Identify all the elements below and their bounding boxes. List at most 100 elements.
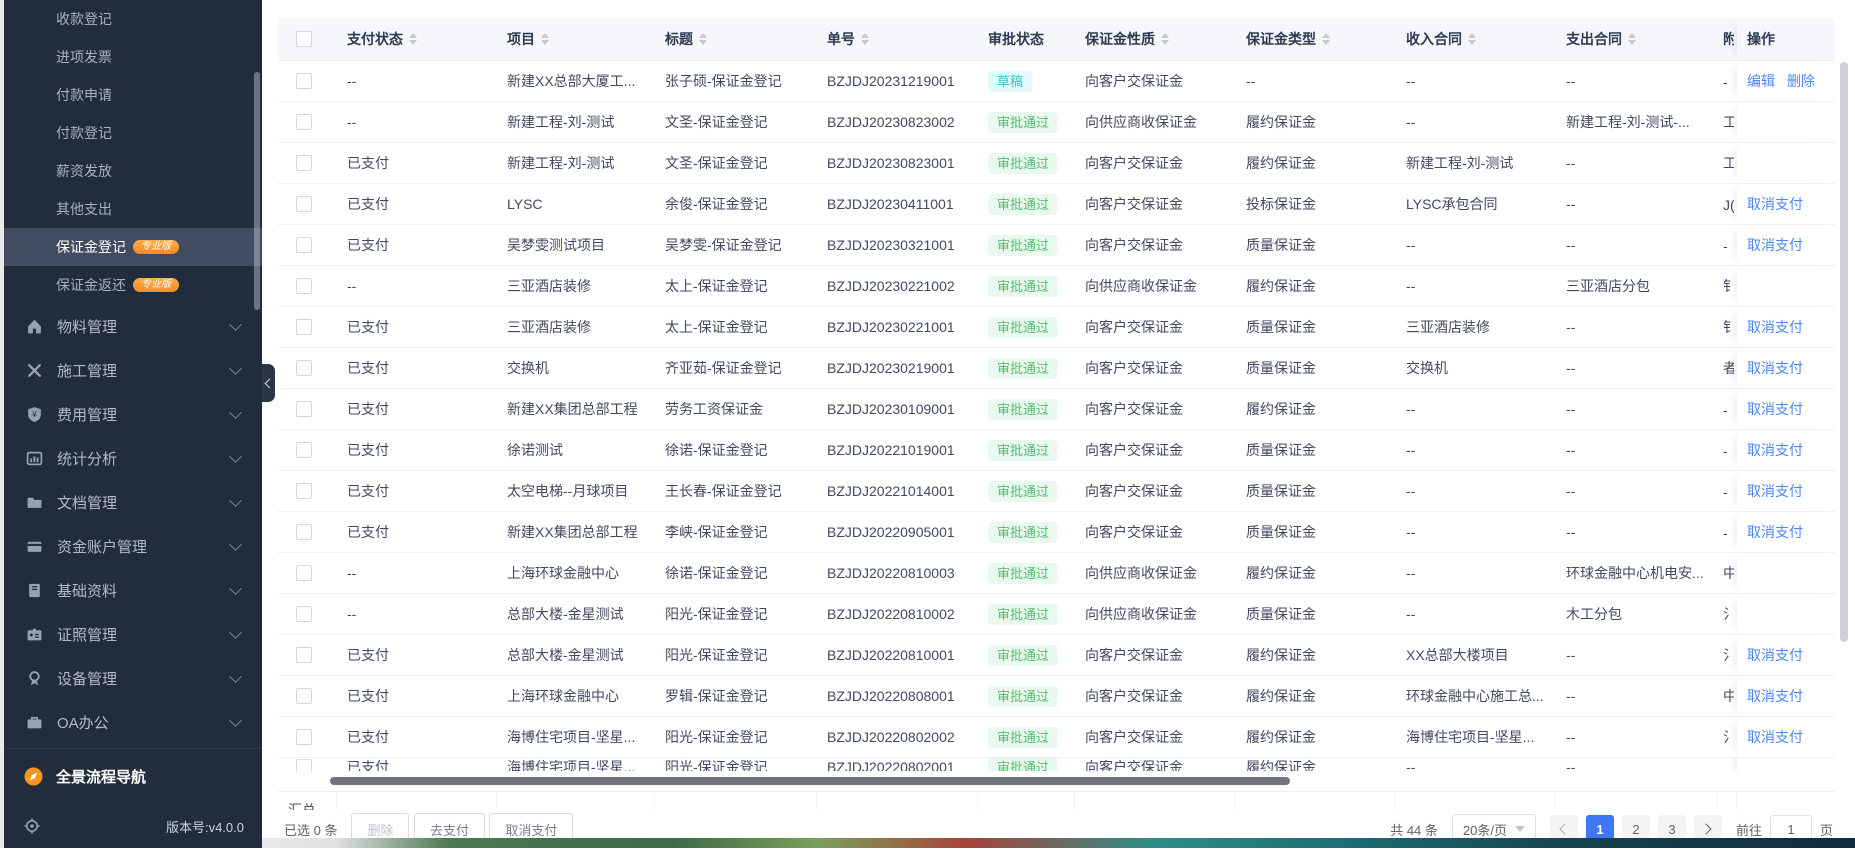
column-header-project[interactable]: 项目 [497,29,655,49]
action-link[interactable]: 取消支付 [1747,317,1803,337]
column-header-expense[interactable]: 支出合同 [1556,29,1717,49]
sidebar-item-label: 其他支出 [56,199,112,219]
cell-expense: -- [1556,483,1717,499]
row-checkbox[interactable] [296,237,312,253]
sort-caret-icon[interactable] [1628,33,1636,45]
sidebar-section-9[interactable]: OA办公 [4,700,262,744]
action-link[interactable]: 取消支付 [1747,481,1803,501]
select-all-checkbox[interactable] [296,31,312,47]
approval-status-badge: 审批通过 [988,112,1058,133]
sidebar-item-3[interactable]: 付款登记 [4,114,262,152]
sidebar-item-1[interactable]: 进项发票 [4,38,262,76]
row-checkbox[interactable] [296,114,312,130]
row-checkbox-cell [278,647,337,663]
action-link[interactable]: 删除 [1787,71,1815,91]
cell-text: 上海环球金融中心 [507,565,619,581]
clipped-cell-text: 钅 [1723,317,1734,337]
cell-pay: 已支付 [337,235,497,255]
action-link[interactable]: 取消支付 [1747,399,1803,419]
sidebar-section-label: 施工管理 [57,360,231,381]
sort-caret-icon[interactable] [1161,33,1169,45]
column-header-title[interactable]: 标题 [655,29,817,49]
action-link[interactable]: 取消支付 [1747,194,1803,214]
cell-text: 向客户交保证金 [1085,729,1183,745]
cell-text: BZJDJ20220802002 [827,729,955,745]
action-link[interactable]: 取消支付 [1747,358,1803,378]
sidebar-item-5[interactable]: 其他支出 [4,190,262,228]
cell-no: BZJDJ20220810001 [817,647,978,663]
sidebar-section-3[interactable]: 统计分析 [4,436,262,480]
cell-pay: 已支付 [337,358,497,378]
action-link[interactable]: 取消支付 [1747,522,1803,542]
row-checkbox[interactable] [296,278,312,294]
sidebar-section-7[interactable]: 证照管理 [4,612,262,656]
row-checkbox[interactable] [296,688,312,704]
cell-expense: -- [1556,647,1717,663]
sidebar-scrollbar[interactable] [254,72,260,310]
row-checkbox[interactable] [296,483,312,499]
row-checkbox[interactable] [296,565,312,581]
row-checkbox[interactable] [296,729,312,745]
cell-type: 质量保证金 [1236,440,1396,460]
row-checkbox[interactable] [296,442,312,458]
column-header-type[interactable]: 保证金类型 [1236,29,1396,49]
column-header-nature[interactable]: 保证金性质 [1075,29,1236,49]
cell-approval: 审批通过 [978,440,1075,461]
sort-caret-icon[interactable] [699,33,707,45]
sort-caret-icon[interactable] [1322,33,1330,45]
sidebar-item-flow-nav[interactable]: 全景流程导航 [4,753,262,799]
gear-icon[interactable] [24,818,40,834]
sidebar-section-5[interactable]: 资金账户管理 [4,524,262,568]
sidebar-section-4[interactable]: 文档管理 [4,480,262,524]
sidebar-section-2[interactable]: ¥费用管理 [4,392,262,436]
cell-text: 向客户交保证金 [1085,360,1183,376]
cell-text: 新建XX总部大厦工... [507,73,635,89]
row-checkbox[interactable] [296,73,312,89]
row-checkbox[interactable] [296,647,312,663]
sidebar-item-0[interactable]: 收款登记 [4,0,262,38]
vertical-scrollbar-thumb[interactable] [1840,62,1848,642]
row-checkbox[interactable] [296,759,312,771]
horizontal-scrollbar[interactable] [278,777,1835,785]
row-checkbox[interactable] [296,155,312,171]
action-link[interactable]: 编辑 [1747,71,1775,91]
row-checkbox-cell [278,688,337,704]
clipped-cell-text: - [1723,74,1734,90]
cell-text: -- [1406,237,1415,253]
sidebar-item-4[interactable]: 薪资发放 [4,152,262,190]
row-checkbox-cell [278,360,337,376]
action-link[interactable]: 取消支付 [1747,235,1803,255]
cell-type: 履约保证金 [1236,758,1396,771]
row-checkbox[interactable] [296,360,312,376]
action-link[interactable]: 取消支付 [1747,727,1803,747]
column-header-no[interactable]: 单号 [817,29,978,49]
row-checkbox[interactable] [296,196,312,212]
sidebar-section-8[interactable]: 设备管理 [4,656,262,700]
action-link[interactable]: 取消支付 [1747,686,1803,706]
sort-caret-icon[interactable] [541,33,549,45]
sidebar-section-label: 文档管理 [57,492,231,513]
sort-caret-icon[interactable] [1468,33,1476,45]
sort-caret-icon[interactable] [861,33,869,45]
action-link[interactable]: 取消支付 [1747,440,1803,460]
row-checkbox[interactable] [296,524,312,540]
action-link[interactable]: 取消支付 [1747,645,1803,665]
cell-expense: -- [1556,319,1717,335]
sidebar-section-1[interactable]: 施工管理 [4,348,262,392]
cell-title: 阳光-保证金登记 [655,645,817,665]
sidebar-item-7[interactable]: 保证金返还专业版 [4,266,262,304]
column-header-income[interactable]: 收入合同 [1396,29,1556,49]
horizontal-scrollbar-thumb[interactable] [330,777,1290,785]
sidebar-section-6[interactable]: 基础资料 [4,568,262,612]
row-checkbox[interactable] [296,401,312,417]
sort-caret-icon[interactable] [409,33,417,45]
sidebar-section-label: 费用管理 [57,404,231,425]
sidebar-collapse-handle[interactable] [262,364,275,402]
row-checkbox[interactable] [296,606,312,622]
sidebar-section-0[interactable]: 物料管理 [4,304,262,348]
sidebar-item-2[interactable]: 付款申请 [4,76,262,114]
row-checkbox[interactable] [296,319,312,335]
column-header-pay[interactable]: 支付状态 [337,29,497,49]
cell-text: 向客户交保证金 [1085,442,1183,458]
sidebar-item-6[interactable]: 保证金登记专业版 [4,228,262,266]
